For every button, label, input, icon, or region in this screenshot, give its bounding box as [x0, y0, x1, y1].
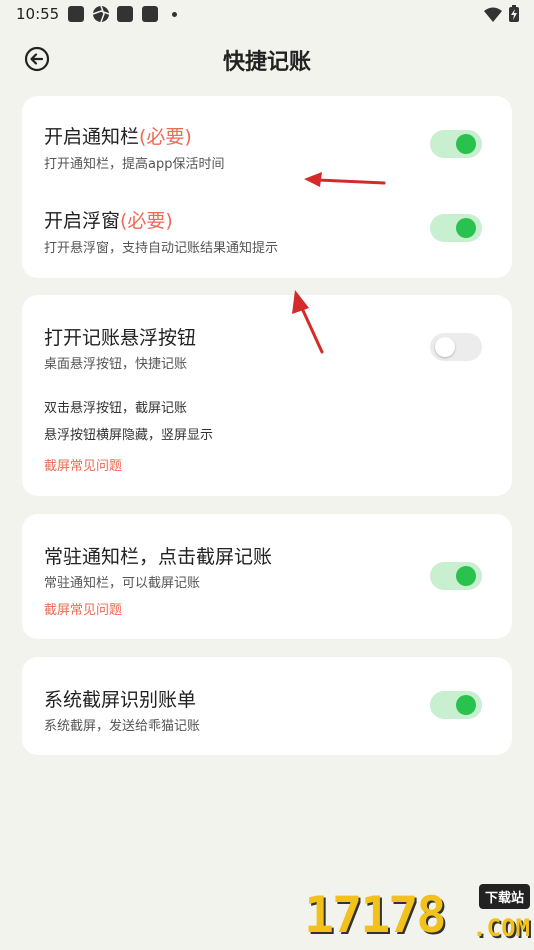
floating-button-note-1: 双击悬浮按钮，截屏记账	[44, 401, 188, 416]
system-screenshot-title: 系统截屏识别账单	[44, 689, 197, 711]
notification-square-icon	[142, 6, 158, 22]
persistent-notification-subtitle: 常驻通知栏，可以截屏记账	[44, 576, 201, 591]
system-screenshot-subtitle: 系统截屏，发送给乖猫记账	[44, 719, 201, 734]
notification-square-icon	[68, 6, 84, 22]
floating-window-toggle[interactable]	[430, 214, 482, 242]
persistent-notification-title: 常驻通知栏，点击截屏记账	[44, 546, 273, 568]
card-notification-settings: 开启通知栏(必要) 打开通知栏，提高app保活时间 开启浮窗(必要) 打开悬浮窗…	[22, 96, 512, 278]
floating-window-title: 开启浮窗(必要)	[44, 206, 173, 233]
floating-window-label: 开启浮窗	[44, 210, 121, 232]
floating-button-title: 打开记账悬浮按钮	[44, 327, 197, 349]
notification-bar-title: 开启通知栏(必要)	[44, 122, 192, 149]
card-floating-button: 打开记账悬浮按钮 桌面悬浮按钮，快捷记账 双击悬浮按钮，截屏记账 悬浮按钮横屏隐…	[22, 295, 512, 496]
watermark-badge: 下载站	[478, 884, 530, 909]
card-system-screenshot: 系统截屏识别账单 系统截屏，发送给乖猫记账	[22, 657, 512, 755]
floating-button-toggle[interactable]	[430, 333, 482, 361]
toggle-knob	[435, 337, 455, 357]
floating-button-subtitle: 桌面悬浮按钮，快捷记账	[44, 357, 188, 372]
toggle-knob	[456, 134, 476, 154]
persistent-notification-toggle[interactable]	[430, 562, 482, 590]
screenshot-faq-link[interactable]: 截屏常见问题	[44, 599, 122, 618]
toggle-knob	[456, 695, 476, 715]
toggle-knob	[456, 218, 476, 238]
notification-square-icon	[117, 6, 133, 22]
floating-button-note-2: 悬浮按钮横屏隐藏，竖屏显示	[44, 428, 214, 443]
card-persistent-notification: 常驻通知栏，点击截屏记账 常驻通知栏，可以截屏记账 截屏常见问题	[22, 514, 512, 639]
notification-bar-label: 开启通知栏	[44, 126, 140, 148]
notification-bar-subtitle: 打开通知栏，提高app保活时间	[44, 157, 225, 172]
toggle-knob	[456, 566, 476, 586]
wifi-icon	[483, 7, 502, 22]
site-watermark: 17178 下载站 .COM	[304, 880, 534, 950]
dot-icon	[172, 12, 177, 17]
battery-charging-icon	[509, 5, 519, 22]
floating-window-subtitle: 打开悬浮窗，支持自动记账结果通知提示	[44, 241, 279, 256]
notification-bar-toggle[interactable]	[430, 130, 482, 158]
status-time: 10:55	[16, 5, 60, 23]
watermark-number: 17178	[304, 886, 447, 944]
required-label: (必要)	[139, 126, 192, 148]
app-header: 快捷记账	[0, 36, 534, 82]
aperture-icon	[92, 5, 110, 23]
status-right	[483, 5, 520, 27]
required-label: (必要)	[120, 210, 173, 232]
screenshot-faq-link[interactable]: 截屏常见问题	[44, 455, 122, 474]
page-title: 快捷记账	[222, 50, 311, 75]
watermark-domain: .COM	[472, 914, 530, 942]
system-screenshot-toggle[interactable]	[430, 691, 482, 719]
status-bar: 10:55	[0, 0, 534, 28]
